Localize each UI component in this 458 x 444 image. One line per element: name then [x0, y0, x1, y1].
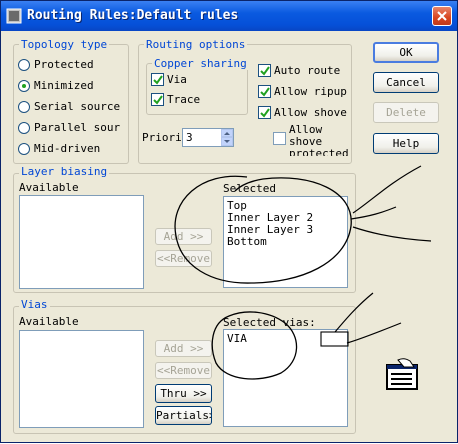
- priority-label: Priori: [142, 131, 182, 144]
- spin-down-arrow-icon[interactable]: [221, 137, 233, 146]
- close-button[interactable]: [432, 6, 452, 26]
- routing-rules-dialog: Routing Rules:Default rules Topology typ…: [0, 0, 458, 443]
- layer-selected-label: Selected: [223, 182, 276, 195]
- routing-options-title: Routing options: [144, 38, 248, 51]
- vias-title: Vias: [19, 298, 50, 311]
- radio-parallel-source-label: Parallel sour: [34, 121, 121, 134]
- thru-button[interactable]: Thru >>: [155, 384, 212, 403]
- spin-up-arrow-icon[interactable]: [221, 129, 233, 137]
- allow-shove-protected-checkbox[interactable]: [273, 132, 286, 145]
- trace-checkbox-label: Trace: [167, 93, 201, 106]
- via-checkbox[interactable]: [151, 73, 164, 86]
- auto-route-checkbox[interactable]: [258, 64, 271, 77]
- trace-checkbox[interactable]: [151, 93, 164, 106]
- via-checkbox-label: Via: [167, 73, 187, 86]
- title-bar[interactable]: Routing Rules:Default rules: [1, 1, 457, 31]
- radio-mid-driven[interactable]: [18, 143, 30, 155]
- allow-ripup-checkbox[interactable]: [258, 85, 271, 98]
- hand-document-icon: [386, 357, 420, 391]
- vias-add-button[interactable]: Add >>: [155, 340, 212, 357]
- radio-serial-source-label: Serial source: [34, 100, 121, 113]
- radio-mid-driven-label: Mid-driven: [34, 142, 101, 155]
- vias-available-list[interactable]: [19, 330, 144, 428]
- radio-protected[interactable]: [18, 59, 30, 71]
- priority-spinner[interactable]: 3: [182, 128, 234, 147]
- close-icon: [437, 11, 447, 21]
- help-button[interactable]: Help: [373, 133, 439, 154]
- copper-sharing-title: Copper sharing: [152, 57, 249, 70]
- radio-parallel-source[interactable]: [18, 122, 30, 134]
- allow-shove-protected-label-3: protected: [289, 147, 349, 156]
- radio-minimized[interactable]: [18, 80, 30, 92]
- layer-biasing-title: Layer biasing: [19, 165, 110, 178]
- layer-available-label: Available: [19, 181, 79, 194]
- copper-sharing-group: [146, 63, 248, 115]
- window-title: Routing Rules:Default rules: [27, 8, 239, 23]
- vias-remove-button[interactable]: <<Remove: [155, 362, 212, 379]
- vias-selected-label: Selected vias:: [223, 316, 316, 329]
- radio-serial-source[interactable]: [18, 101, 30, 113]
- vias-selected-list[interactable]: VIA: [223, 329, 348, 427]
- auto-route-label: Auto route: [274, 64, 341, 77]
- partials-button[interactable]: Partials>>: [155, 406, 212, 425]
- allow-shove-label: Allow shove: [274, 106, 347, 119]
- app-icon: [6, 8, 22, 24]
- delete-button[interactable]: Delete: [373, 102, 439, 123]
- topology-type-title: Topology type: [19, 38, 110, 51]
- ok-button[interactable]: OK: [373, 42, 439, 63]
- radio-minimized-label: Minimized: [34, 79, 94, 92]
- layer-selected-list[interactable]: Top Inner Layer 2 Inner Layer 3 Bottom: [223, 196, 348, 288]
- list-item[interactable]: Bottom: [224, 236, 347, 248]
- layer-add-button[interactable]: Add >>: [155, 228, 212, 245]
- allow-shove-checkbox[interactable]: [258, 106, 271, 119]
- priority-value[interactable]: 3: [186, 131, 193, 144]
- allow-ripup-label: Allow ripup: [274, 85, 347, 98]
- layer-remove-button[interactable]: <<Remove: [155, 250, 212, 267]
- vias-available-label: Available: [19, 315, 79, 328]
- layer-available-list[interactable]: [19, 195, 144, 289]
- cancel-button[interactable]: Cancel: [373, 72, 439, 93]
- list-item[interactable]: VIA: [224, 333, 347, 345]
- radio-protected-label: Protected: [34, 58, 94, 71]
